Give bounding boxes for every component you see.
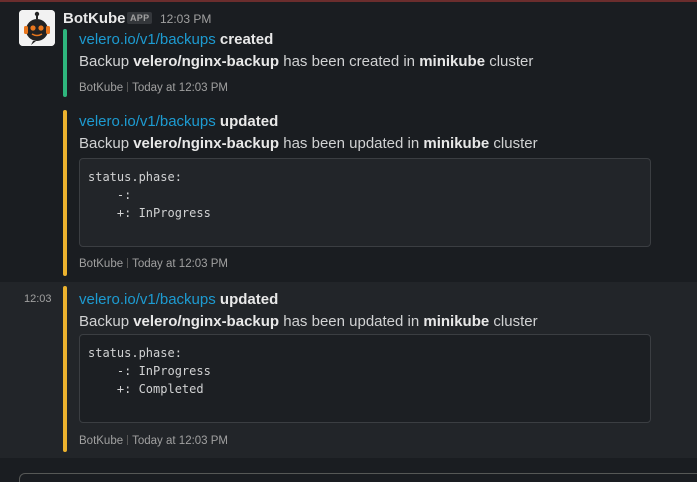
event-verb: created (219, 31, 274, 48)
attachment-accent-bar (63, 29, 67, 97)
attachment-text: Backup velero/nginx-backup has been upda… (79, 313, 538, 330)
attachment-title: velero.io/v1/backups created (79, 31, 273, 48)
code-block: status.phase: -: InProgress +: Completed (79, 334, 651, 423)
cluster-name: minikube (423, 313, 490, 330)
attachment-text: Backup velero/nginx-backup has been upda… (79, 135, 538, 152)
cluster-name: minikube (419, 53, 486, 70)
footer-app: BotKube (79, 435, 124, 447)
attachment-footer: BotKube Today at 12:03 PM (79, 258, 228, 270)
event-verb: updated (219, 291, 279, 308)
resource-name: velero/nginx-backup (133, 53, 280, 70)
resource-link[interactable]: velero.io/v1/backups (79, 31, 216, 48)
resource-link[interactable]: velero.io/v1/backups (79, 113, 216, 130)
footer-time[interactable]: Today at 12:03 PM (132, 435, 228, 447)
attachment-footer: BotKube Today at 12:03 PM (79, 82, 228, 94)
event-verb: updated (219, 113, 279, 130)
attachment-created: velero.io/v1/backups created Backup vele… (63, 29, 663, 97)
attachment-accent-bar (63, 286, 67, 452)
footer-app: BotKube (79, 82, 124, 94)
message-timestamp[interactable]: 12:03 PM (160, 12, 211, 26)
attachment-footer: BotKube Today at 12:03 PM (79, 435, 228, 447)
message: BotKube APP 12:03 PM velero.io/v1/backup… (0, 0, 697, 280)
sender-name[interactable]: BotKube (63, 10, 126, 27)
attachment-title: velero.io/v1/backups updated (79, 291, 278, 308)
footer-time[interactable]: Today at 12:03 PM (132, 258, 228, 270)
attachment-text: Backup velero/nginx-backup has been crea… (79, 53, 534, 70)
app-badge: APP (127, 12, 153, 24)
side-timestamp[interactable]: 12:03 (24, 293, 52, 305)
message-continuation[interactable]: 12:03 velero.io/v1/backups updated Backu… (0, 282, 697, 458)
footer-time[interactable]: Today at 12:03 PM (132, 82, 228, 94)
resource-name: velero/nginx-backup (133, 313, 280, 330)
message-composer-input[interactable] (19, 473, 697, 482)
cluster-name: minikube (423, 135, 490, 152)
resource-name: velero/nginx-backup (133, 135, 280, 152)
code-block: status.phase: -: +: InProgress (79, 158, 651, 247)
resource-link[interactable]: velero.io/v1/backups (79, 291, 216, 308)
attachment-updated-2: velero.io/v1/backups updated Backup vele… (63, 286, 663, 452)
bot-avatar-icon[interactable] (19, 10, 55, 46)
attachment-updated-1: velero.io/v1/backups updated Backup vele… (63, 110, 663, 276)
footer-app: BotKube (79, 258, 124, 270)
attachment-title: velero.io/v1/backups updated (79, 113, 278, 130)
attachment-accent-bar (63, 110, 67, 276)
